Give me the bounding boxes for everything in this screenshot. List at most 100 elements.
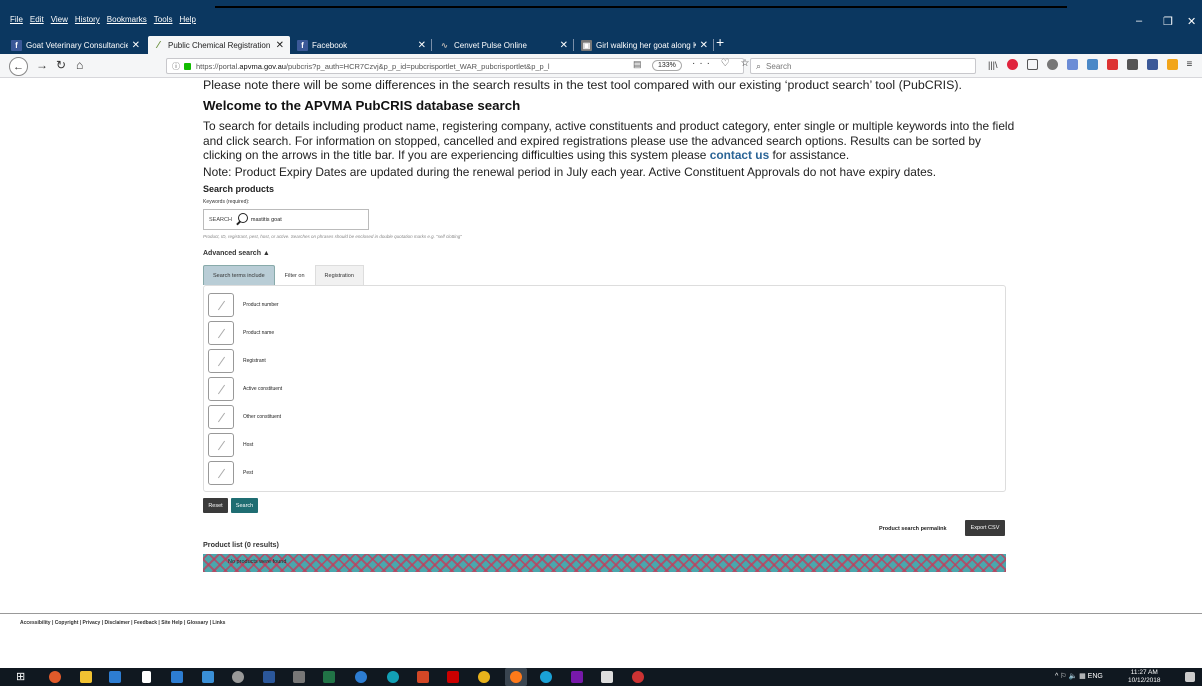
- checkbox-registrant[interactable]: Registrant: [208, 349, 266, 373]
- outlook-icon[interactable]: [109, 671, 121, 683]
- checkbox[interactable]: [208, 461, 234, 485]
- app-icon[interactable]: [49, 671, 61, 683]
- new-tab-button[interactable]: +: [716, 34, 724, 50]
- search-button[interactable]: Search: [231, 498, 258, 513]
- footer-links[interactable]: Accessibility | Copyright | Privacy | Di…: [20, 620, 225, 626]
- hamburger-menu-icon[interactable]: ≡: [1187, 59, 1193, 70]
- permalink-link[interactable]: Product search permalink: [879, 526, 947, 532]
- word-icon[interactable]: [263, 671, 275, 683]
- pdf-icon[interactable]: [447, 671, 459, 683]
- checkbox-product-name[interactable]: Product name: [208, 321, 274, 345]
- facebook-container-icon[interactable]: [1146, 59, 1158, 70]
- onenote-icon[interactable]: [571, 671, 583, 683]
- page-actions[interactable]: ··· ♡ ☆: [692, 58, 753, 69]
- checkbox-active-constituent[interactable]: Active constituent: [208, 377, 282, 401]
- tab-filter-on[interactable]: Filter on: [275, 265, 315, 285]
- store-icon[interactable]: [80, 671, 92, 683]
- photos-icon[interactable]: [601, 671, 613, 683]
- notification-icon[interactable]: [1106, 59, 1118, 70]
- checkbox-host[interactable]: Host: [208, 433, 253, 457]
- tab-public-chemical[interactable]: ⁄ Public Chemical Registration Inf ✕: [148, 36, 290, 54]
- extension-icon[interactable]: [1046, 59, 1058, 70]
- menu-help[interactable]: Help: [179, 15, 195, 24]
- checkbox-other-constituent[interactable]: Other constituent: [208, 405, 281, 429]
- share-icon[interactable]: [1086, 59, 1098, 70]
- close-tab-icon[interactable]: ✕: [700, 40, 708, 51]
- contact-us-link[interactable]: contact us: [710, 148, 769, 162]
- reload-button[interactable]: ↻: [56, 58, 66, 72]
- menu-bookmarks[interactable]: Bookmarks: [107, 15, 147, 24]
- menu-view[interactable]: View: [51, 15, 68, 24]
- checkbox-pest[interactable]: Pest: [208, 461, 253, 485]
- close-tab-icon[interactable]: ✕: [276, 40, 284, 51]
- paint-icon[interactable]: [632, 671, 644, 683]
- calculator-icon[interactable]: [202, 671, 214, 683]
- firefox-icon[interactable]: [510, 671, 522, 683]
- checkbox[interactable]: [208, 293, 234, 317]
- advanced-search-toggle[interactable]: Advanced search ▲: [203, 250, 270, 257]
- library-icon[interactable]: |||\: [988, 60, 998, 70]
- document-icon[interactable]: [142, 671, 151, 683]
- search-label: SEARCH: [209, 216, 232, 223]
- close-tab-icon[interactable]: ✕: [560, 40, 568, 51]
- screenshot-icon[interactable]: [1126, 59, 1138, 70]
- windows-start-icon[interactable]: ⊞: [16, 671, 28, 683]
- sidebar-icon[interactable]: [1026, 59, 1038, 70]
- powerpoint-icon[interactable]: [417, 671, 429, 683]
- tab-title: Goat Veterinary Consultancies: [26, 40, 128, 50]
- checkbox-product-number[interactable]: Product number: [208, 293, 279, 317]
- tab-facebook[interactable]: f Facebook ✕: [292, 36, 432, 54]
- tab-strip: f Goat Veterinary Consultancies ✕ ⁄ Publ…: [0, 32, 1202, 54]
- menu-tools[interactable]: Tools: [154, 15, 173, 24]
- checkbox[interactable]: [208, 377, 234, 401]
- export-csv-button[interactable]: Export CSV: [965, 520, 1005, 536]
- home-icon[interactable]: ⌂: [76, 58, 83, 72]
- reader-view-icon[interactable]: ▤: [633, 59, 642, 70]
- settings-icon[interactable]: [232, 671, 244, 683]
- tab-girl-goat[interactable]: ▣ Girl walking her goat along Kor ✕: [576, 36, 714, 54]
- keyword-input[interactable]: [250, 216, 361, 223]
- reset-button[interactable]: Reset: [203, 498, 228, 513]
- minimize-button[interactable]: –: [1136, 15, 1142, 27]
- forward-button[interactable]: →: [36, 58, 48, 72]
- pocket-icon[interactable]: [1006, 59, 1018, 70]
- back-button[interactable]: ←: [9, 57, 28, 76]
- menu-file[interactable]: File: [10, 15, 23, 24]
- tab-title: Facebook: [312, 40, 348, 50]
- tab-goat-veterinary[interactable]: f Goat Veterinary Consultancies ✕: [6, 36, 146, 54]
- menu-edit[interactable]: Edit: [30, 15, 44, 24]
- chrome-icon[interactable]: [478, 671, 490, 683]
- checkbox[interactable]: [208, 433, 234, 457]
- flag-icon[interactable]: [1166, 59, 1178, 70]
- refresh-app-icon[interactable]: [387, 671, 399, 683]
- facebook-icon: f: [297, 39, 308, 51]
- search-terms-panel: Product number Product name Registrant A…: [203, 285, 1006, 492]
- notifications-icon[interactable]: [1185, 672, 1195, 682]
- menu-history[interactable]: History: [75, 15, 100, 24]
- info-icon[interactable]: ⓘ: [172, 61, 180, 72]
- tab-registration[interactable]: Registration: [314, 265, 364, 285]
- excel-icon[interactable]: [323, 671, 335, 683]
- close-tab-icon[interactable]: ✕: [132, 40, 140, 51]
- restore-button[interactable]: ❐: [1163, 15, 1173, 28]
- media-icon[interactable]: [355, 671, 367, 683]
- search-products-heading: Search products: [203, 184, 275, 194]
- browser-search-bar[interactable]: ⌕ Search: [750, 58, 976, 74]
- checkbox[interactable]: [208, 405, 234, 429]
- puzzle-icon[interactable]: [1066, 59, 1078, 70]
- tab-cenvet[interactable]: ∿ Cenvet Pulse Online ✕: [434, 36, 574, 54]
- file-explorer-icon[interactable]: [171, 671, 183, 683]
- checkbox[interactable]: [208, 349, 234, 373]
- skype-icon[interactable]: [540, 671, 552, 683]
- camera-icon[interactable]: [293, 671, 305, 683]
- taskbar: ⊞ ^ ⚐ 🔈 ▦ ENG 11:27 AM 10/12/2018: [0, 668, 1202, 686]
- title-rule: [215, 6, 1067, 8]
- search-hint: Product, ID, registrant, pest, host, or …: [203, 234, 462, 239]
- close-window-button[interactable]: ✕: [1187, 15, 1196, 28]
- clock[interactable]: 11:27 AM 10/12/2018: [1128, 669, 1161, 685]
- close-tab-icon[interactable]: ✕: [418, 40, 426, 51]
- checkbox[interactable]: [208, 321, 234, 345]
- zoom-indicator[interactable]: 133%: [652, 60, 682, 71]
- system-tray[interactable]: ^ ⚐ 🔈 ▦ ENG: [1055, 672, 1103, 680]
- tab-search-terms[interactable]: Search terms include: [203, 265, 275, 285]
